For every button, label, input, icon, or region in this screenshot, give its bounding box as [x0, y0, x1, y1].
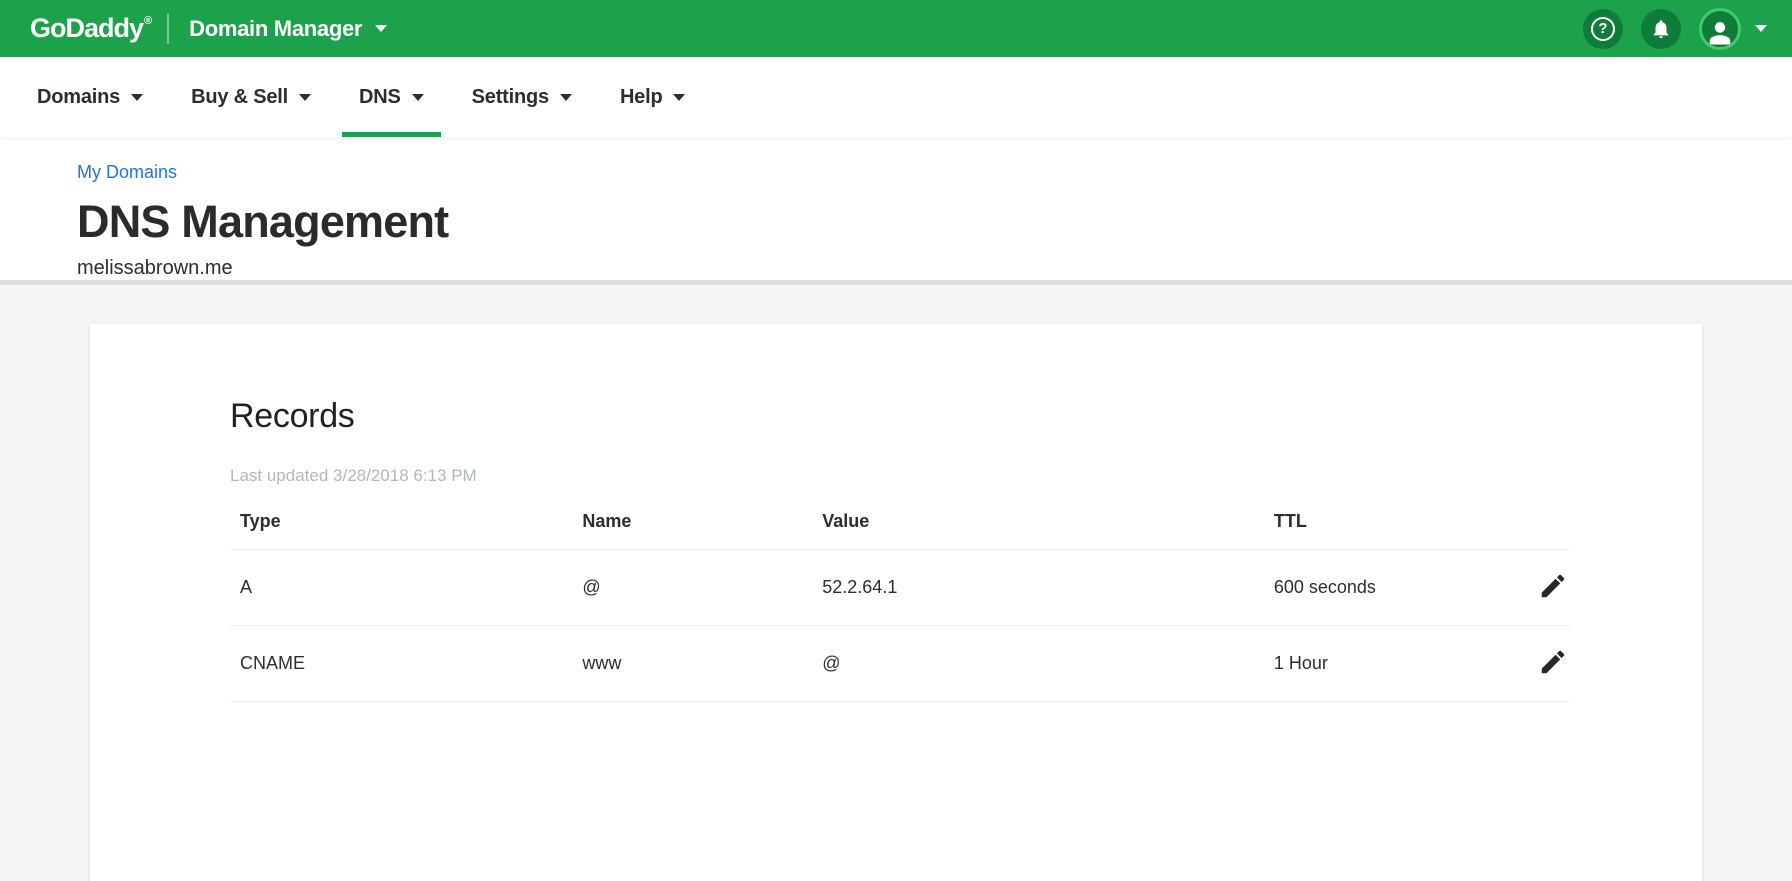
chevron-down-icon — [560, 94, 572, 101]
chevron-down-icon[interactable] — [1755, 25, 1767, 32]
pencil-edit-icon — [1538, 647, 1568, 677]
page-title: DNS Management — [77, 196, 1792, 248]
chevron-down-icon — [131, 94, 143, 101]
column-header-actions — [1510, 499, 1570, 550]
nav-item-buy-and-sell[interactable]: Buy & Sell — [174, 57, 328, 137]
nav-item-label: DNS — [359, 86, 401, 109]
topbar-divider — [167, 14, 169, 44]
help-icon: ? — [1591, 17, 1615, 41]
account-menu-button[interactable] — [1699, 8, 1741, 50]
nav-item-help[interactable]: Help — [603, 57, 703, 137]
page-header: My Domains DNS Management melissabrown.m… — [0, 137, 1792, 280]
nav-item-settings[interactable]: Settings — [455, 57, 589, 137]
registered-trademark: ® — [144, 16, 151, 27]
table-row: CNAME www @ 1 Hour — [230, 626, 1570, 702]
chevron-down-icon — [299, 94, 311, 101]
nav-item-label: Domains — [37, 86, 120, 109]
dns-records-table: Type Name Value TTL A @ 52.2.64.1 600 se… — [230, 499, 1570, 702]
nav-item-label: Help — [620, 86, 663, 109]
bell-icon — [1650, 18, 1672, 40]
nav-item-label: Buy & Sell — [191, 86, 288, 109]
record-value: @ — [822, 626, 1274, 702]
content-area: Records Last updated 3/28/2018 6:13 PM T… — [0, 285, 1792, 881]
top-header-bar: GoDaddy® Domain Manager ? — [0, 0, 1792, 57]
record-type: A — [230, 550, 582, 626]
column-header-ttl: TTL — [1274, 499, 1510, 550]
main-nav: Domains Buy & Sell DNS Settings Help — [0, 57, 1792, 137]
last-updated-text: Last updated 3/28/2018 6:13 PM — [230, 466, 1570, 486]
column-header-type: Type — [230, 499, 582, 550]
record-name: @ — [582, 550, 822, 626]
table-row: A @ 52.2.64.1 600 seconds — [230, 550, 1570, 626]
record-value: 52.2.64.1 — [822, 550, 1274, 626]
chevron-down-icon — [412, 94, 424, 101]
godaddy-logo-text: GoDaddy — [30, 15, 143, 42]
domain-name: melissabrown.me — [77, 257, 1792, 280]
record-type: CNAME — [230, 626, 582, 702]
app-title: Domain Manager — [189, 16, 362, 42]
record-name: www — [582, 626, 822, 702]
topbar-actions: ? — [1583, 8, 1767, 50]
nav-item-dns[interactable]: DNS — [342, 57, 441, 137]
notifications-button[interactable] — [1641, 9, 1681, 49]
pencil-edit-icon — [1538, 571, 1568, 601]
chevron-down-icon — [673, 94, 685, 101]
nav-item-domains[interactable]: Domains — [20, 57, 160, 137]
chevron-down-icon — [375, 25, 387, 32]
records-card: Records Last updated 3/28/2018 6:13 PM T… — [90, 324, 1702, 881]
record-ttl: 600 seconds — [1274, 550, 1510, 626]
column-header-value: Value — [822, 499, 1274, 550]
app-switcher-dropdown[interactable]: Domain Manager — [189, 16, 387, 42]
records-title: Records — [230, 397, 1570, 436]
help-button[interactable]: ? — [1583, 9, 1623, 49]
record-ttl: 1 Hour — [1274, 626, 1510, 702]
edit-record-button[interactable] — [1536, 645, 1570, 679]
user-avatar-icon — [1705, 17, 1735, 47]
nav-item-label: Settings — [472, 86, 549, 109]
column-header-name: Name — [582, 499, 822, 550]
breadcrumb-my-domains[interactable]: My Domains — [77, 162, 177, 183]
godaddy-logo[interactable]: GoDaddy® — [30, 15, 151, 42]
edit-record-button[interactable] — [1536, 569, 1570, 603]
table-header-row: Type Name Value TTL — [230, 499, 1570, 550]
